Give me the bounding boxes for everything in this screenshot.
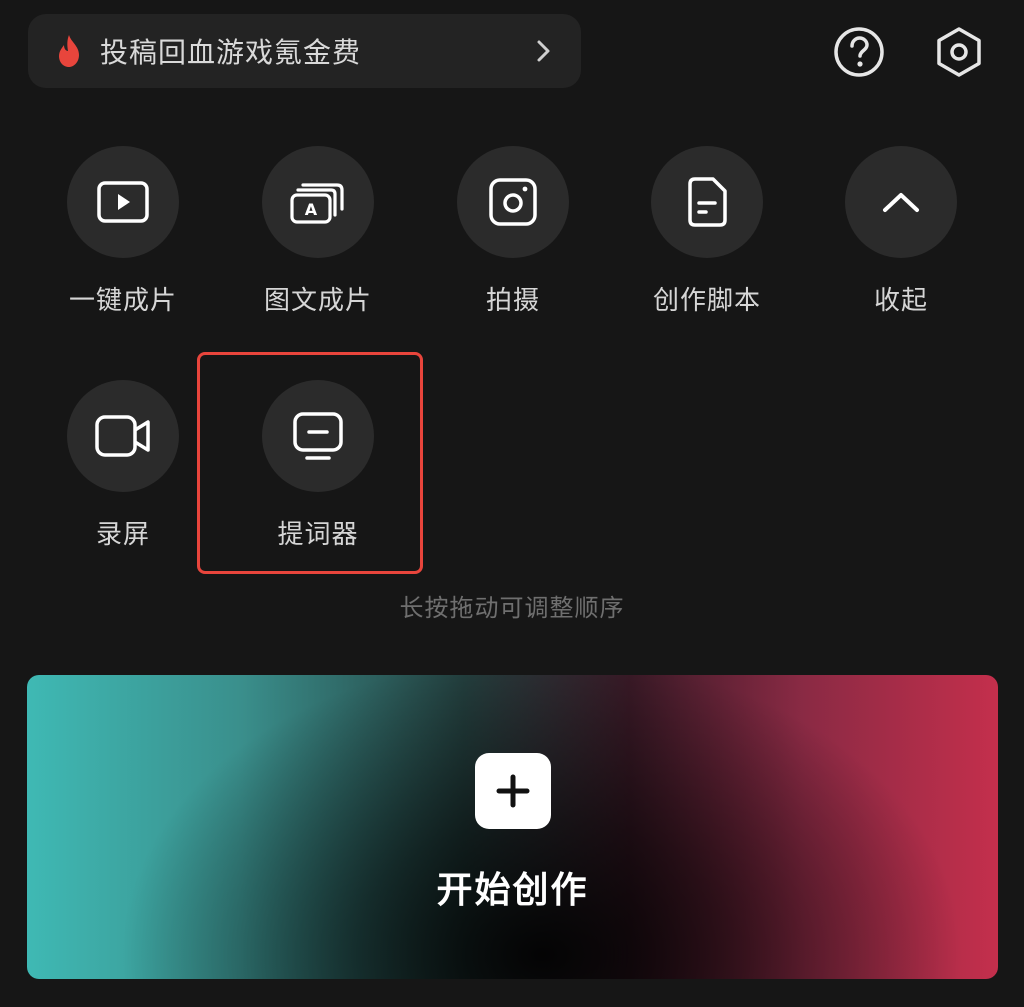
play-icon [67, 146, 179, 258]
tool-label: 创作脚本 [652, 286, 761, 316]
tool-screen-record[interactable]: 录屏 [33, 380, 213, 551]
help-icon[interactable] [831, 24, 887, 80]
tool-collapse[interactable]: 收起 [811, 146, 991, 317]
document-icon [651, 146, 763, 258]
chevron-up-icon [845, 146, 957, 258]
fire-icon [54, 34, 84, 68]
tool-teleprompter[interactable]: 提词器 [228, 380, 408, 551]
text-to-video-icon: A [262, 146, 374, 258]
tool-label: 收起 [873, 286, 928, 316]
gear-icon[interactable] [931, 24, 987, 80]
tool-label: 一键成片 [68, 286, 177, 316]
tool-label: 录屏 [95, 520, 150, 550]
promo-banner[interactable]: 投稿回血游戏氪金费 [28, 14, 581, 88]
tool-label: 提词器 [277, 520, 359, 550]
camera-icon [457, 146, 569, 258]
svg-text:A: A [305, 200, 318, 219]
video-camera-icon [67, 380, 179, 492]
teleprompter-icon [262, 380, 374, 492]
tool-shoot[interactable]: 拍摄 [423, 146, 603, 317]
plus-icon [475, 753, 551, 829]
start-create-label: 开始创作 [436, 870, 589, 911]
tool-script[interactable]: 创作脚本 [617, 146, 797, 317]
tool-label: 图文成片 [263, 286, 372, 316]
tool-image-text-video[interactable]: A 图文成片 [228, 146, 408, 317]
promo-text: 投稿回血游戏氪金费 [100, 36, 362, 69]
tool-one-click-video[interactable]: 一键成片 [33, 146, 213, 317]
tool-label: 拍摄 [485, 286, 540, 316]
drag-hint: 长按拖动可调整顺序 [399, 594, 625, 622]
chevron-right-icon [531, 39, 555, 63]
start-create-button[interactable]: 开始创作 [27, 675, 998, 979]
